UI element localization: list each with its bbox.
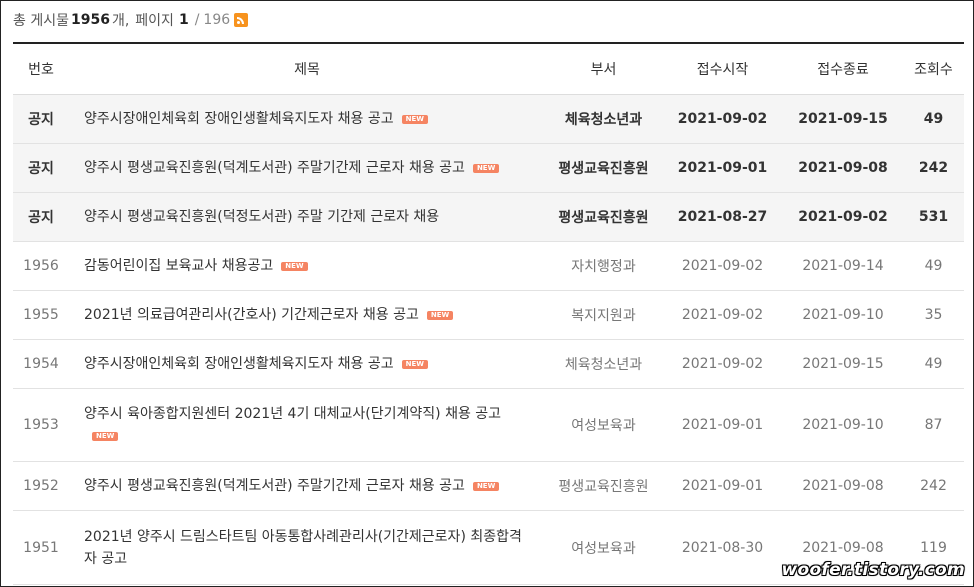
post-title-link[interactable]: 감동어린이집 보육교사 채용공고 [84,258,273,274]
column-header-start: 접수시작 [662,43,783,95]
row-number: 1956 [13,241,69,291]
summary-unit: 개, [111,13,130,29]
new-badge: NEW [472,481,500,491]
view-count: 35 [903,290,964,340]
post-title-cell: 양주시 평생교육진흥원(덕계도서관) 주말기간제 근로자 채용 공고 NEW [69,143,545,193]
post-title-cell: 양주시 육아종합지원센터 2021년 4기 대체교사(단기계약직) 채용 공고 N… [69,388,545,462]
post-title-link[interactable]: 양주시 육아종합지원센터 2021년 4기 대체교사(단기계약직) 채용 공고 [84,406,501,422]
notice-row[interactable]: 공지 양주시 평생교육진흥원(덕정도서관) 주말 기간제 근로자 채용 평생교육진흥… [13,192,964,242]
new-badge: NEW [92,431,119,441]
table-header-row: 번호 제목 부서 접수시작 접수종료 조회수 [13,43,964,95]
row-number: 공지 [13,94,69,144]
row-number: 공지 [13,143,69,193]
post-title-link[interactable]: 양주시장애인체육회 장애인생활체육지도자 채용 공고 [84,111,394,127]
current-page: 1 [178,12,189,28]
page-label: 페이지 [135,13,174,29]
receipt-end-date: 2021-09-02 [783,192,903,242]
view-count: 242 [903,143,964,193]
rss-icon[interactable] [234,13,249,27]
post-title-link[interactable]: 양주시장애인체육회 장애인생활체육지도자 채용 공고 [84,356,394,372]
view-count: 531 [903,192,964,242]
receipt-start-date: 2021-09-01 [662,388,783,462]
board-summary: 총 게시물 1956 개, 페이지 1 / 196 [13,10,249,30]
new-badge: NEW [401,359,428,369]
column-header-no: 번호 [13,43,69,95]
summary-prefix: 총 게시물 [13,13,69,29]
table-row[interactable]: 1954 양주시장애인체육회 장애인생활체육지도자 채용 공고 NEW 체육청소년과 2… [13,339,964,389]
department: 체육청소년과 [545,339,662,389]
row-number: 1951 [13,510,69,585]
receipt-end-date: 2021-09-15 [783,339,903,389]
row-number: 1954 [13,339,69,389]
row-number: 1952 [13,461,69,511]
page-separator: / [194,12,200,28]
department: 복지지원과 [545,290,662,340]
post-title-link[interactable]: 2021년 양주시 드림스타트팀 아동통합사례관리사(기간제근로자) 최종합격자… [84,529,522,567]
receipt-start-date: 2021-09-02 [662,339,783,389]
post-title-cell: 감동어린이집 보육교사 채용공고 NEW [69,241,545,291]
receipt-end-date: 2021-09-08 [783,143,903,193]
receipt-end-date: 2021-09-15 [783,94,903,144]
new-badge: NEW [426,310,454,320]
new-badge: NEW [281,261,308,271]
post-title-link[interactable]: 양주시 평생교육진흥원(덕계도서관) 주말기간제 근로자 채용 공고 [84,478,465,494]
receipt-end-date: 2021-09-10 [783,388,903,462]
column-header-title: 제목 [69,43,545,95]
view-count: 49 [903,241,964,291]
department: 평생교육진흥원 [545,143,662,193]
receipt-start-date: 2021-09-01 [662,461,783,511]
table-row[interactable]: 1952 양주시 평생교육진흥원(덕계도서관) 주말기간제 근로자 채용 공고 NE… [13,461,964,511]
total-pages: 196 [203,12,231,28]
row-number: 1955 [13,290,69,340]
receipt-end-date: 2021-09-14 [783,241,903,291]
post-title-link[interactable]: 2021년 의료급여관리사(간호사) 기간제근로자 채용 공고 [84,307,419,323]
row-number: 공지 [13,192,69,242]
table-row[interactable]: 1953 양주시 육아종합지원센터 2021년 4기 대체교사(단기계약직) 채용… [13,388,964,462]
receipt-start-date: 2021-09-02 [662,241,783,291]
department: 여성보육과 [545,510,662,585]
column-header-end: 접수종료 [783,43,903,95]
receipt-start-date: 2021-09-02 [662,94,783,144]
receipt-start-date: 2021-09-02 [662,290,783,340]
department: 자치행정과 [545,241,662,291]
column-header-dept: 부서 [545,43,662,95]
department: 평생교육진흥원 [545,461,662,511]
row-number: 1953 [13,388,69,462]
notice-row[interactable]: 공지 양주시 평생교육진흥원(덕계도서관) 주말기간제 근로자 채용 공고 NEW 평… [13,143,964,193]
post-title-cell: 2021년 양주시 드림스타트팀 아동통합사례관리사(기간제근로자) 최종합격자… [69,510,545,585]
post-title-link[interactable]: 양주시 평생교육진흥원(덕정도서관) 주말 기간제 근로자 채용 [84,209,439,225]
view-count: 87 [903,388,964,462]
post-title-link[interactable]: 양주시 평생교육진흥원(덕계도서관) 주말기간제 근로자 채용 공고 [84,160,465,176]
receipt-start-date: 2021-09-01 [662,143,783,193]
post-title-cell: 양주시 평생교육진흥원(덕정도서관) 주말 기간제 근로자 채용 [69,192,545,242]
department: 여성보육과 [545,388,662,462]
view-count: 49 [903,94,964,144]
department: 체육청소년과 [545,94,662,144]
view-count: 49 [903,339,964,389]
notice-row[interactable]: 공지 양주시장애인체육회 장애인생활체육지도자 채용 공고 NEW 체육청소년과 202… [13,94,964,144]
department: 평생교육진흥원 [545,192,662,242]
recruitment-board-table: 번호 제목 부서 접수시작 접수종료 조회수 공지 양주시장애인체육회 장애인생활… [13,42,964,585]
table-row[interactable]: 1956 감동어린이집 보육교사 채용공고 NEW 자치행정과 2021-09-02 20… [13,241,964,291]
post-title-cell: 양주시장애인체육회 장애인생활체육지도자 채용 공고 NEW [69,339,545,389]
post-title-cell: 2021년 의료급여관리사(간호사) 기간제근로자 채용 공고 NEW [69,290,545,340]
receipt-start-date: 2021-08-27 [662,192,783,242]
new-badge: NEW [401,114,428,124]
column-header-views: 조회수 [903,43,964,95]
post-title-cell: 양주시장애인체육회 장애인생활체육지도자 채용 공고 NEW [69,94,545,144]
total-post-count: 1956 [70,12,110,28]
view-count: 242 [903,461,964,511]
receipt-end-date: 2021-09-08 [783,461,903,511]
table-row[interactable]: 1955 2021년 의료급여관리사(간호사) 기간제근로자 채용 공고 NEW 복지… [13,290,964,340]
receipt-end-date: 2021-09-10 [783,290,903,340]
new-badge: NEW [472,163,500,173]
post-title-cell: 양주시 평생교육진흥원(덕계도서관) 주말기간제 근로자 채용 공고 NEW [69,461,545,511]
watermark: woofer.tistory.com [781,560,965,580]
receipt-start-date: 2021-08-30 [662,510,783,585]
